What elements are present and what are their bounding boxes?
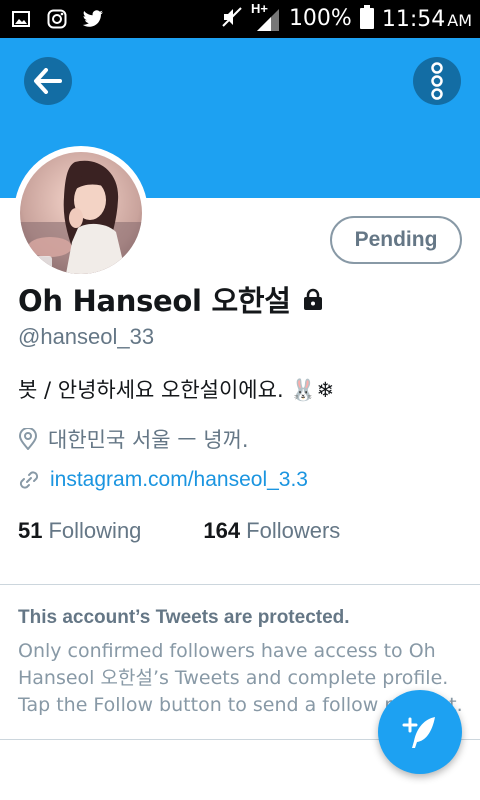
website-link[interactable]: instagram.com/hanseol_3.3	[50, 468, 308, 492]
mute-icon	[221, 6, 243, 33]
lock-icon	[303, 288, 322, 310]
avatar-frame[interactable]	[14, 146, 148, 280]
system-status: H+ 100% 11:54 AM	[221, 1, 472, 34]
arrow-left-icon	[34, 68, 62, 94]
back-button[interactable]	[24, 57, 72, 105]
more-options-button[interactable]	[413, 57, 461, 105]
battery-icon	[359, 4, 374, 34]
location-pin-icon	[18, 428, 38, 450]
gallery-icon	[10, 8, 32, 30]
avatar[interactable]	[20, 152, 142, 274]
following-stat[interactable]: 51 Following	[18, 518, 141, 544]
signal-icon: H+	[251, 1, 281, 33]
following-count: 51	[18, 518, 43, 543]
pending-follow-button[interactable]: Pending	[330, 216, 462, 264]
display-name-row: Oh Hanseol 오한설	[18, 278, 325, 320]
clock: 11:54 AM	[382, 7, 472, 32]
display-name: Oh Hanseol 오한설	[18, 284, 291, 318]
instagram-icon	[46, 8, 68, 30]
clock-ampm: AM	[447, 10, 472, 30]
status-bar: H+ 100% 11:54 AM	[0, 0, 480, 38]
twitter-bird-icon	[82, 8, 104, 30]
location-text: 대한민국 서울 ㅡ 녕꺼.	[48, 428, 249, 452]
section-divider	[0, 584, 480, 585]
following-label: Following	[48, 518, 142, 543]
compose-tweet-button[interactable]	[378, 690, 462, 774]
clock-time: 11:54	[381, 6, 446, 32]
protected-notice-title: This account’s Tweets are protected.	[18, 607, 350, 628]
compose-tweet-icon	[402, 717, 435, 748]
user-handle: @hanseol_33	[18, 324, 155, 349]
profile-bio: 봇 / 안녕하세요 오한설이에요. 🐰❄	[18, 378, 335, 402]
followers-count: 164	[203, 518, 241, 543]
notification-icons	[10, 8, 104, 30]
followers-stat[interactable]: 164 Followers	[203, 518, 340, 544]
battery-percent: 100%	[288, 6, 352, 31]
followers-label: Followers	[246, 518, 341, 543]
link-icon	[19, 471, 39, 489]
follow-stats: 51 Following 164 Followers	[18, 518, 340, 544]
vertical-dots-icon	[431, 62, 443, 100]
website-row[interactable]: instagram.com/hanseol_3.3	[18, 468, 308, 492]
location-row: 대한민국 서울 ㅡ 녕꺼.	[18, 424, 249, 454]
